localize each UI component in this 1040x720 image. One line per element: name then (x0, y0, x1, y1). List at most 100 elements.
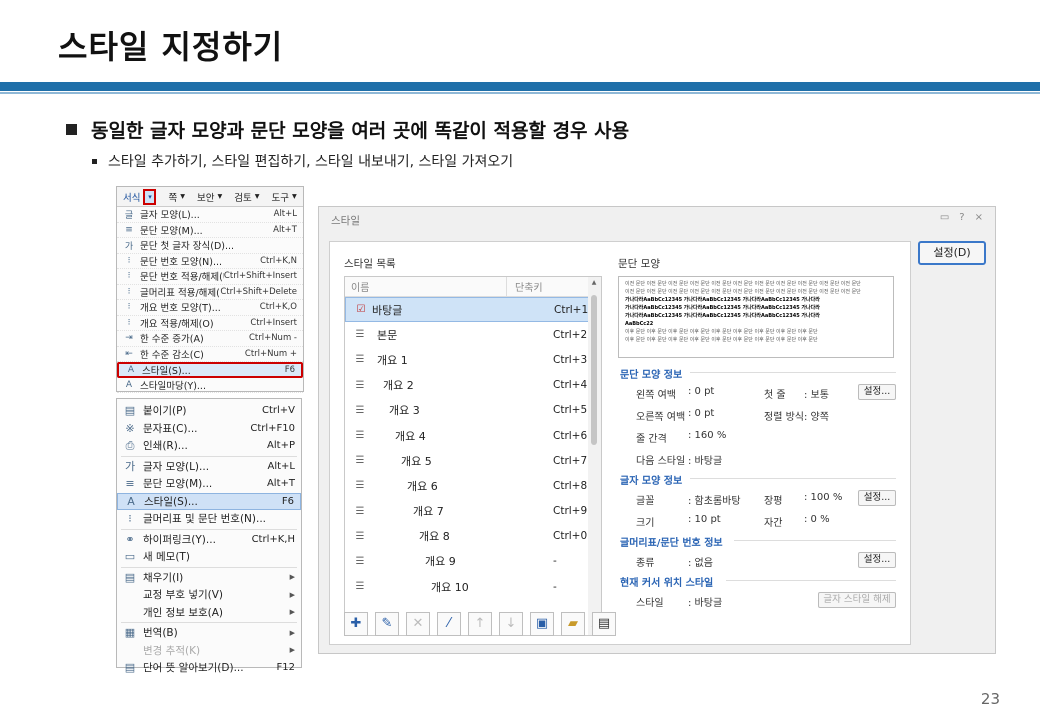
format-menu-item[interactable]: 글 글자 모양(L)... Alt+L (117, 207, 303, 223)
style-list-row[interactable]: ☰ 개요 3 Ctrl+5 (345, 398, 601, 423)
style-list-row[interactable]: ☰ 개요 6 Ctrl+8 (345, 473, 601, 498)
context-menu-item[interactable]: ▤ 단어 뜻 알아보기(D)... F12 (117, 659, 301, 677)
add-icon[interactable]: ✚ (344, 612, 368, 636)
format-menu-item[interactable]: ⇤ 한 수준 감소(C) Ctrl+Num + (117, 347, 303, 362)
menu-item-icon: ≡ (125, 224, 133, 235)
format-menu-item[interactable]: ⇥ 한 수준 증가(A) Ctrl+Num - (117, 331, 303, 347)
style-name: 개요 6 (407, 479, 438, 493)
style-list-row[interactable]: ☰ 개요 2 Ctrl+4 (345, 373, 601, 398)
menu-item-label: 글자 모양(L)... (143, 460, 210, 473)
menu-item-label: 교정 부호 넣기(V) (143, 589, 224, 602)
dialog-window-icon[interactable]: ▭ (940, 212, 949, 223)
delete-icon[interactable]: ✕ (406, 612, 430, 636)
menu-item-label: 한 수준 감소(C) (140, 349, 204, 361)
format-menu-item[interactable]: ⁝ 개요 번호 모양(T)... Ctrl+K,O (117, 300, 303, 316)
dropdown-arrow-icon[interactable]: ▾ (143, 188, 157, 205)
format-menu-item[interactable]: A 스타일마당(Y)... (117, 378, 303, 393)
release-char-style-button[interactable]: 글자 스타일 해제 (818, 592, 896, 608)
menu-separator (121, 455, 297, 457)
edit-icon[interactable]: ✎ (375, 612, 399, 636)
format-menu-item[interactable]: ≡ 문단 모양(M)... Alt+T (117, 223, 303, 238)
close-icon[interactable]: × (975, 212, 983, 223)
open-folder-icon[interactable]: ▰ (561, 612, 585, 636)
context-menu-item[interactable]: ⁝ 글머리표 및 문단 번호(N)... (117, 510, 301, 528)
import-icon[interactable]: ▣ (530, 612, 554, 636)
menu-item-icon: A (127, 494, 135, 508)
format-menu-item[interactable]: ⁝ 문단 번호 적용/해제(U)Ctrl+Shift+Insert (117, 269, 303, 285)
para-settings-button[interactable]: 설정... (858, 384, 896, 400)
style-list-row[interactable]: ☑ 바탕글 Ctrl+1 (345, 297, 601, 323)
context-menu-item[interactable]: ▤ 붙이기(P) Ctrl+V (117, 402, 301, 420)
menu-item-shortcut: Ctrl+Num + (244, 348, 297, 359)
style-list-row[interactable]: ☰ 개요 9- (345, 549, 601, 574)
menu-item-label: 하이퍼링크(Y)... (143, 533, 216, 546)
scroll-thumb[interactable] (591, 295, 597, 445)
context-menu-item[interactable]: 변경 추적(K) ▶ (117, 642, 301, 660)
move-up-icon[interactable]: ↑ (468, 612, 492, 636)
style-list-row[interactable]: ☰ 개요 10- (345, 574, 601, 599)
style-list[interactable]: 이름 단축키 ☑ 바탕글 Ctrl+1 ☰ 본문 Ctrl+2 ☰ 개요 1 Ctrl+3 ☰ 개요… (344, 276, 602, 636)
submenu-arrow-icon: ▶ (289, 573, 295, 582)
set-button[interactable]: 설정(D) (918, 241, 986, 265)
paragraph-style-icon: ☰ (355, 555, 365, 567)
style-list-row[interactable]: ☰ 개요 4 Ctrl+6 (345, 423, 601, 448)
style-picker-icon[interactable]: ⁄ (437, 612, 461, 636)
scroll-up-icon[interactable]: ▲ (588, 277, 600, 289)
style-list-row[interactable]: ☰ 개요 7 Ctrl+9 (345, 499, 601, 524)
context-menu-item[interactable]: ≡ 문단 모양(M)... Alt+T (117, 475, 301, 493)
context-menu-item[interactable]: ▦ 번역(B) ▶ (117, 624, 301, 642)
paragraph-style-icon: ☰ (355, 404, 365, 416)
format-menu-screenshot: 서식 ▾ 쪽 ▾ 보안 ▾ 검토 ▾ 도구 ▾ 글 글자 모양(L)... Alt+L… (116, 186, 304, 393)
context-menu-item[interactable]: 개인 정보 보호(A) ▶ (117, 604, 301, 622)
context-menu-item[interactable]: A 스타일(S)... F6 (117, 492, 301, 510)
format-menu-item[interactable]: ⁝ 글머리표 적용/해제(B)Ctrl+Shift+Delete (117, 285, 303, 300)
menu-item-label: 개요 적용/해제(O) (140, 318, 214, 330)
bullet-main: 동일한 글자 모양과 문단 모양을 여러 곳에 똑같이 적용할 경우 사용 (66, 116, 629, 143)
dialog-panel: 스타일 목록 이름 단축키 ☑ 바탕글 Ctrl+1 ☰ 본문 Ctrl+2 ☰ 개요 1 Ct… (329, 241, 911, 645)
menu-format[interactable]: 서식 ▾ (117, 188, 162, 205)
char-settings-button[interactable]: 설정... (858, 490, 896, 506)
menu-item-label: 문단 모양(M)... (140, 225, 203, 237)
menu-item-icon: ▤ (124, 570, 136, 584)
style-name: 개요 2 (383, 379, 414, 393)
paragraph-style-icon: ☰ (355, 530, 365, 542)
context-menu-item[interactable]: ※ 문자표(C)... Ctrl+F10 (117, 420, 301, 438)
menu-page[interactable]: 쪽 ▾ (162, 190, 191, 204)
menu-tools[interactable]: 도구 ▾ (266, 190, 303, 204)
format-menu-item[interactable]: 가 문단 첫 글자 장식(D)... (117, 238, 303, 254)
bullet-settings-button[interactable]: 설정... (858, 552, 896, 568)
menu-review[interactable]: 검토 ▾ (228, 190, 265, 204)
menu-item-label: 붙이기(P) (143, 405, 187, 418)
context-menu-item[interactable]: 교정 부호 넣기(V) ▶ (117, 586, 301, 604)
menu-item-icon: ⁝ (127, 286, 131, 297)
save-icon[interactable]: ▤ (592, 612, 616, 636)
format-menu-item[interactable]: A 스타일(S)... F6 (117, 362, 303, 378)
menu-item-shortcut: Alt+T (266, 478, 295, 490)
menu-item-label: 문단 모양(M)... (143, 478, 213, 491)
context-menu-item[interactable]: ▭ 새 메모(T) (117, 548, 301, 566)
menu-security[interactable]: 보안 ▾ (191, 190, 228, 204)
context-menu-item[interactable]: ⎙ 인쇄(R)... Alt+P (117, 437, 301, 455)
style-name: 개요 7 (413, 505, 444, 519)
help-icon[interactable]: ? (959, 212, 964, 223)
style-list-row[interactable]: ☰ 본문 Ctrl+2 (345, 322, 601, 347)
style-list-row[interactable]: ☰ 개요 1 Ctrl+3 (345, 347, 601, 372)
format-menu-item[interactable]: ⁝ 개요 적용/해제(O) Ctrl+Insert (117, 316, 303, 331)
move-down-icon[interactable]: ↓ (499, 612, 523, 636)
menu-item-icon: 글 (124, 210, 134, 221)
style-list-row[interactable]: ☰ 개요 5 Ctrl+7 (345, 448, 601, 473)
menu-item-label: 글자 모양(L)... (140, 210, 200, 222)
para-info-title: 문단 모양 정보 (620, 370, 683, 381)
style-list-scrollbar[interactable]: ▲ ▼ (588, 276, 602, 636)
menu-item-shortcut: Ctrl+F10 (250, 422, 295, 434)
paragraph-style-icon: ☰ (355, 581, 365, 593)
context-menu-item[interactable]: ▤ 채우기(I) ▶ (117, 569, 301, 587)
menu-item-icon: ▦ (124, 626, 136, 640)
context-menu-item[interactable]: 가 글자 모양(L)... Alt+L (117, 458, 301, 476)
menu-item-label: 문단 첫 글자 장식(D)... (140, 241, 235, 253)
paragraph-style-icon: ☰ (355, 329, 365, 341)
style-list-row[interactable]: ☰ 개요 8 Ctrl+0 (345, 524, 601, 549)
format-menu-item[interactable]: ⁝ 문단 번호 모양(N)... Ctrl+K,N (117, 254, 303, 269)
menu-separator (121, 566, 297, 568)
context-menu-item[interactable]: ⚭ 하이퍼링크(Y)... Ctrl+K,H (117, 531, 301, 549)
